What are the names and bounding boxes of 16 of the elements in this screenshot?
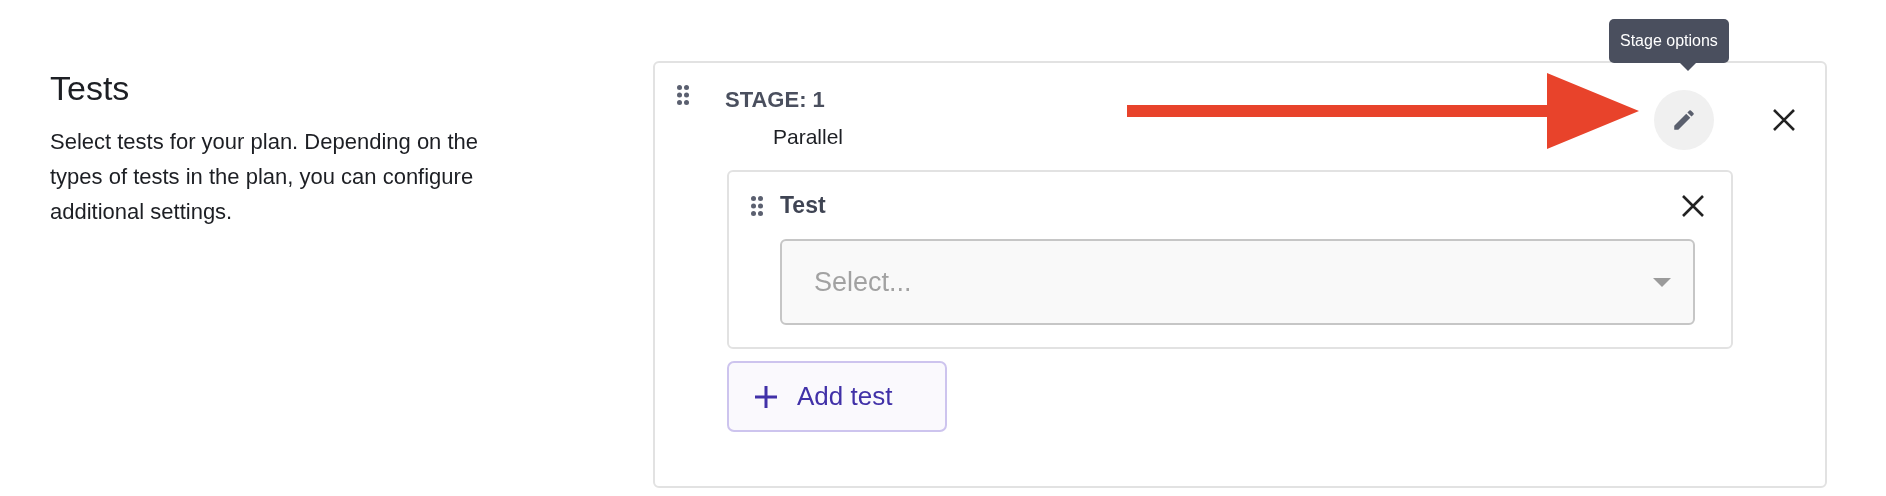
drag-handle-icon[interactable] bbox=[677, 85, 689, 105]
select-placeholder: Select... bbox=[814, 266, 912, 298]
stage-options-tooltip: Stage options bbox=[1609, 19, 1729, 63]
dropdown-caret-icon bbox=[1653, 277, 1671, 287]
test-label: Test bbox=[780, 192, 826, 219]
drag-handle-icon[interactable] bbox=[751, 196, 763, 216]
section-title: Tests bbox=[50, 69, 131, 108]
stage-mode: Parallel bbox=[773, 125, 844, 149]
stage-title: STAGE: 1 bbox=[725, 87, 826, 113]
pencil-icon bbox=[1671, 107, 1697, 133]
close-icon[interactable] bbox=[1772, 108, 1796, 132]
tooltip-pointer-icon bbox=[1680, 63, 1696, 71]
section-description: Select tests for your plan. Depending on the types of tests in the plan, you can configure additional settings. bbox=[50, 128, 480, 226]
add-test-button[interactable]: Add test bbox=[727, 361, 947, 432]
plus-icon bbox=[755, 385, 777, 408]
close-icon[interactable] bbox=[1681, 193, 1705, 218]
